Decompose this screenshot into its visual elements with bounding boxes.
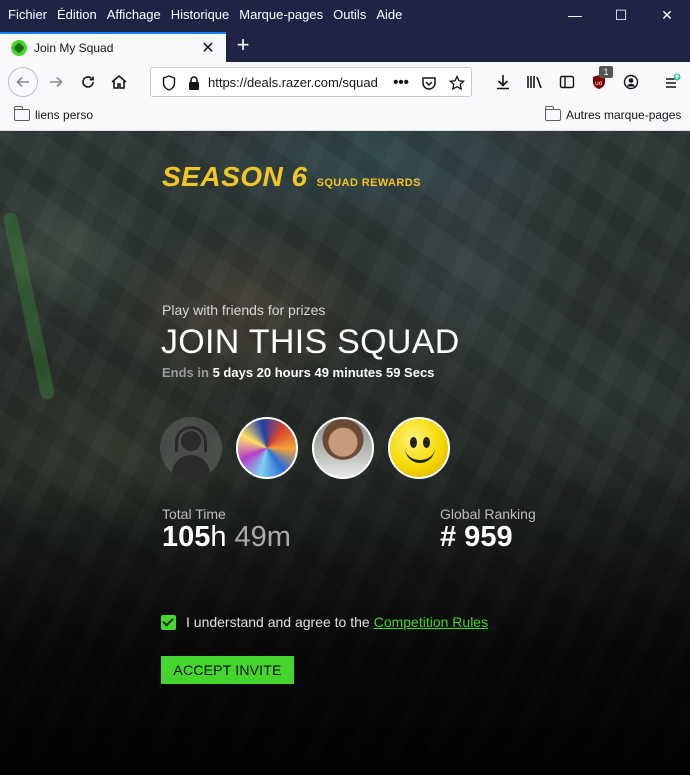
agree-checkbox[interactable] — [161, 614, 176, 630]
page-title: JOIN THIS SQUAD — [161, 323, 460, 361]
sidebar-icon[interactable] — [555, 70, 579, 94]
squad-invite-panel: SEASON 6 SQUAD REWARDS Play with friends… — [0, 131, 690, 775]
menu-icon[interactable] — [660, 70, 684, 94]
tab-close-icon[interactable]: ✕ — [196, 38, 220, 58]
navigation-toolbar: https://deals.razer.com/squad ••• uo 1 — [0, 62, 690, 102]
bookmark-label: liens perso — [35, 108, 94, 122]
agree-terms: I understand and agree to the Competitio… — [161, 614, 488, 630]
window-controls: — ☐ ✕ — [552, 0, 690, 30]
url-bar[interactable]: https://deals.razer.com/squad ••• — [150, 67, 472, 97]
folder-icon — [14, 106, 30, 121]
menu-edition[interactable]: Édition — [52, 0, 102, 30]
tab-title: Join My Squad — [34, 41, 114, 55]
countdown-value: 5 days 20 hours 49 minutes 59 Secs — [212, 365, 435, 380]
forward-icon[interactable] — [44, 70, 68, 94]
bookmark-liens-perso[interactable]: liens perso — [14, 106, 94, 122]
library-icon[interactable] — [523, 70, 547, 94]
reload-icon[interactable] — [76, 70, 100, 94]
default-avatar[interactable] — [160, 417, 222, 479]
shield-icon[interactable] — [157, 71, 181, 95]
squad-members — [160, 417, 464, 479]
tab-join-my-squad[interactable]: Join My Squad ✕ — [0, 32, 226, 62]
season-subtitle: SQUAD REWARDS — [316, 177, 421, 189]
menu-affichage[interactable]: Affichage — [102, 0, 166, 30]
maximize-button[interactable]: ☐ — [598, 0, 644, 30]
menu-historique[interactable]: Historique — [166, 0, 235, 30]
avatar-head — [181, 431, 201, 451]
menu-aide[interactable]: Aide — [371, 0, 407, 30]
global-ranking-label: Global Ranking — [440, 506, 536, 522]
minimize-button[interactable]: — — [552, 0, 598, 30]
page-background: SEASON 6 SQUAD REWARDS Play with friends… — [0, 131, 690, 775]
ublock-count-badge: 1 — [599, 66, 613, 78]
bookmarks-bar: liens perso Autres marque-pages — [0, 102, 690, 131]
photo-avatar[interactable] — [312, 417, 374, 479]
more-icon[interactable]: ••• — [389, 70, 413, 94]
account-icon[interactable] — [619, 70, 643, 94]
season-header: SEASON 6 SQUAD REWARDS — [162, 161, 421, 193]
new-tab-button[interactable]: + — [232, 34, 254, 58]
competition-rules-link[interactable]: Competition Rules — [374, 614, 488, 630]
total-time-value: 105h 49m — [162, 521, 291, 554]
countdown-label: Ends in — [162, 365, 209, 380]
total-time-label: Total Time — [162, 506, 226, 522]
hours-unit: h — [210, 521, 227, 553]
ublock-icon[interactable]: uo 1 — [587, 66, 613, 94]
menu-fichier[interactable]: Fichier — [0, 0, 52, 30]
razer-favicon-icon — [11, 40, 27, 56]
season-title: SEASON 6 — [162, 161, 308, 192]
pocket-icon[interactable] — [417, 71, 441, 95]
accept-invite-button[interactable]: ACCEPT INVITE — [161, 656, 294, 684]
lock-icon[interactable] — [182, 71, 206, 95]
global-ranking-value: # 959 — [440, 521, 513, 553]
menu-bar: Fichier Édition Affichage Historique Mar… — [0, 0, 690, 30]
countdown: Ends in 5 days 20 hours 49 minutes 59 Se… — [162, 365, 434, 380]
close-window-button[interactable]: ✕ — [644, 0, 690, 30]
bookmark-label: Autres marque-pages — [566, 108, 682, 122]
total-hours: 105 — [162, 521, 211, 553]
svg-text:uo: uo — [595, 80, 603, 87]
total-minutes: 49m — [234, 521, 291, 553]
tab-bar: Join My Squad ✕ + — [0, 30, 690, 62]
tagline: Play with friends for prizes — [162, 302, 326, 318]
back-icon[interactable] — [8, 67, 38, 97]
menu-marque-pages[interactable]: Marque-pages — [234, 0, 328, 30]
home-icon[interactable] — [107, 70, 131, 94]
star-icon[interactable] — [445, 71, 469, 95]
colorful-avatar[interactable] — [236, 417, 298, 479]
smiley-mouth — [405, 445, 435, 463]
url-text[interactable]: https://deals.razer.com/squad — [208, 75, 386, 90]
agree-text: I understand and agree to the — [186, 614, 370, 630]
smiley-avatar[interactable] — [388, 417, 450, 479]
avatar-body — [172, 455, 210, 479]
bookmark-autres-marque-pages[interactable]: Autres marque-pages — [545, 106, 682, 122]
download-icon[interactable] — [491, 70, 515, 94]
folder-icon — [545, 106, 561, 121]
menu-outils[interactable]: Outils — [328, 0, 371, 30]
